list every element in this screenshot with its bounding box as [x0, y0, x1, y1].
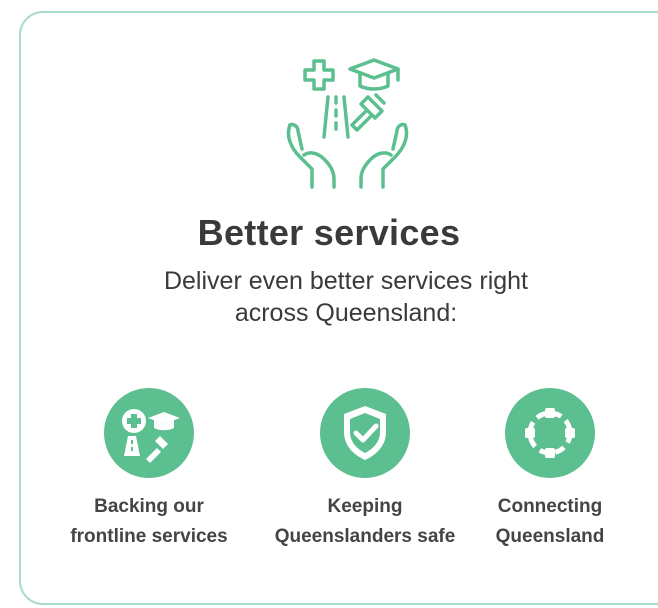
subtitle-line-1: Deliver even better services right — [163, 267, 529, 295]
subtitle-line-2: across Queensland: — [234, 299, 458, 327]
item-label-line-2: frontline services — [70, 526, 228, 547]
shield-check-icon — [320, 388, 410, 478]
hands-services-icon — [286, 58, 409, 189]
item-label-line-1: Backing our — [94, 496, 204, 517]
item-label-line-2: Queensland — [495, 526, 605, 547]
circle-nodes-icon — [505, 388, 595, 478]
frontline-services-icon — [104, 388, 194, 478]
item-label-frontline: Backing our frontline services — [39, 492, 259, 552]
page-title: Better services — [197, 212, 461, 253]
subtitle: Deliver even better services right acros… — [0, 265, 658, 329]
item-label-line-1: Connecting — [497, 496, 603, 517]
item-label-connecting: Connecting Queensland — [440, 492, 658, 552]
